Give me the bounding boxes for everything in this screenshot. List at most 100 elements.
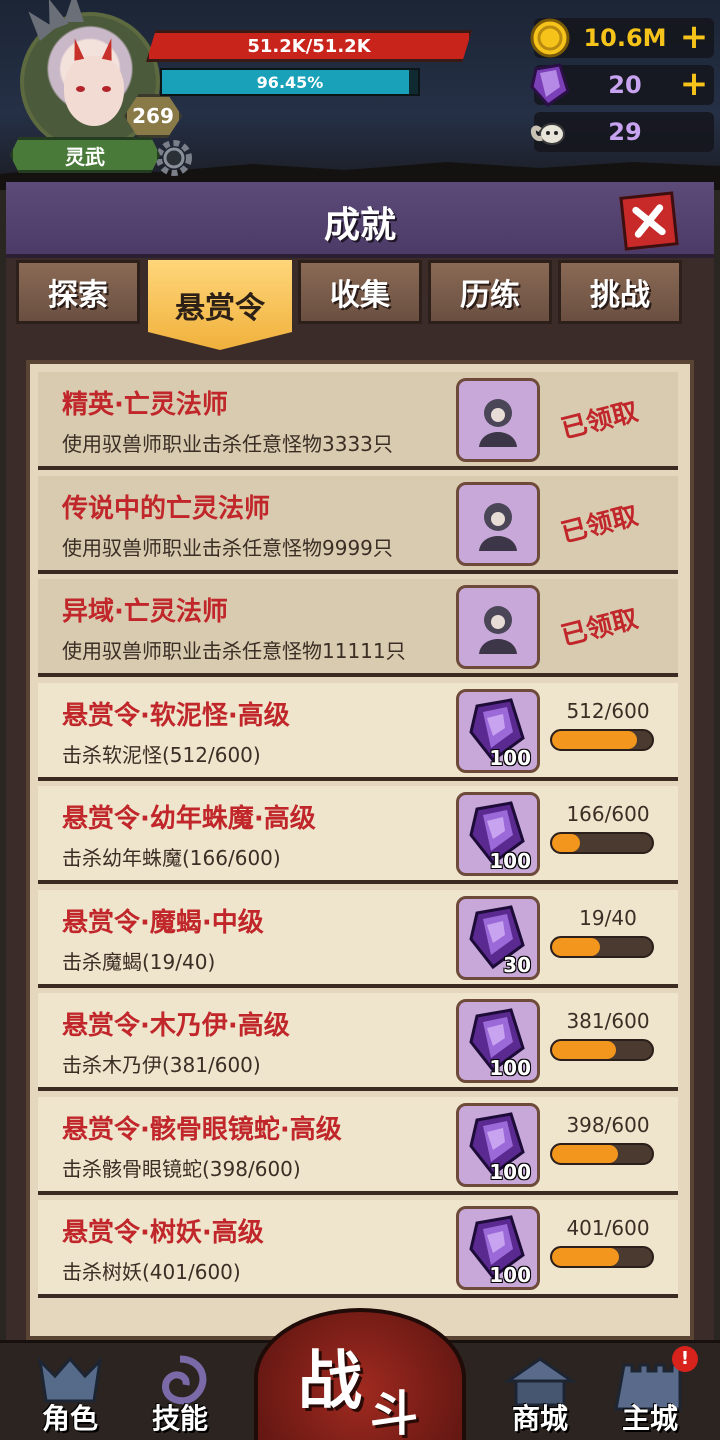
gold-add-button[interactable]: + [678, 20, 710, 56]
achievement-title: 悬赏令·魔蝎·中级 [62, 907, 264, 938]
reward-gem[interactable]: 30 [456, 895, 540, 980]
progress-bar [550, 935, 654, 958]
achievement-desc: 使用驭兽师职业击杀任意怪物3333只 [62, 432, 393, 456]
nav-skill[interactable]: 技能 [130, 1351, 230, 1440]
player-name: 灵武 [10, 137, 160, 173]
achievement-title: 悬赏令·软泥怪·高级 [62, 700, 290, 731]
reward-gem[interactable]: 100 [456, 688, 540, 773]
portrait-icon [479, 606, 517, 654]
nav-role-label: 角色 [41, 1402, 98, 1435]
skull-value: 29 [608, 118, 642, 146]
reward-count: 100 [489, 849, 531, 873]
achievement-row[interactable]: 悬赏令·幼年蛛魔·高级击杀幼年蛛魔(166/600) 100 166/600 [38, 786, 678, 884]
progress-fill [552, 1248, 619, 1266]
portrait-icon [479, 399, 517, 447]
reward-portrait[interactable] [456, 585, 540, 669]
nav-role[interactable]: 角色 [20, 1351, 120, 1440]
gold-counter: 10.6M + [530, 18, 714, 58]
achievement-row[interactable]: 悬赏令·软泥怪·高级击杀软泥怪(512/600) 100 512/600 [38, 682, 678, 781]
achievement-row[interactable]: 悬赏令·骸骨眼镜蛇·高级击杀骸骨眼镜蛇(398/600) 100 398/600 [38, 1096, 678, 1195]
tab-bar: 探索 悬赏令 收集 历练 挑战 [6, 260, 714, 350]
achievement-title: 悬赏令·骸骨眼镜蛇·高级 [62, 1114, 342, 1145]
page-title: 成就 [323, 205, 396, 246]
achievement-list[interactable]: 精英·亡灵法师 使用驭兽师职业击杀任意怪物3333只 已领取 传说中的亡灵法师 使用驭兽… [26, 360, 694, 1340]
reward-count: 100 [489, 1263, 531, 1287]
achievement-desc: 使用驭兽师职业击杀任意怪物9999只 [62, 535, 393, 560]
gem-value: 20 [608, 71, 642, 99]
achievement-title: 传说中的亡灵法师 [62, 493, 271, 524]
achievement-desc: 击杀魔蝎(19/40) [62, 949, 216, 974]
reward-gem[interactable]: 100 [456, 1206, 540, 1290]
avatar-face [64, 56, 124, 126]
achievement-row[interactable]: 悬赏令·树妖·高级击杀树妖(401/600) 100 401/600 [38, 1200, 678, 1298]
achievement-row[interactable]: 传说中的亡灵法师使用驭兽师职业击杀任意怪物9999只 已领取 [38, 475, 678, 574]
progress-text: 398/600 [566, 1112, 650, 1137]
achievement-title: 悬赏令·木乃伊·高级 [62, 1011, 290, 1041]
achievement-desc: 击杀树妖(401/600) [62, 1260, 241, 1284]
reward-count: 100 [489, 1056, 531, 1080]
claimed-stamp: 已领取 [558, 500, 642, 549]
gem-counter: 20 + [530, 63, 714, 107]
claimed-stamp: 已领取 [558, 396, 642, 445]
nav-skill-label: 技能 [151, 1402, 208, 1435]
close-icon [632, 204, 666, 238]
progress-bar [550, 832, 654, 854]
gold-coin-icon [530, 18, 570, 58]
achievement-desc: 击杀骸骨眼镜蛇(398/600) [62, 1156, 301, 1181]
battle-label-1: 战 [298, 1345, 362, 1419]
tab-explore[interactable]: 探索 [16, 260, 140, 324]
progress-text: 401/600 [566, 1216, 650, 1240]
gold-value: 10.6M [583, 24, 667, 52]
progress-bar [550, 1142, 654, 1165]
nav-shop[interactable]: 商城 [490, 1351, 590, 1440]
nav-shop-label: 商城 [511, 1402, 568, 1435]
achievement-row[interactable]: 精英·亡灵法师使用驭兽师职业击杀任意怪物3333只 已领取 [38, 372, 678, 470]
achievement-desc: 击杀木乃伊(381/600) [62, 1053, 261, 1077]
tab-collect[interactable]: 收集 [298, 260, 422, 324]
achievement-title: 悬赏令·树妖·高级 [62, 1218, 264, 1248]
progress-fill [552, 937, 600, 956]
gem-add-button[interactable]: + [678, 67, 710, 103]
tab-training[interactable]: 历练 [428, 260, 552, 324]
progress-bar [550, 1039, 654, 1061]
ram-skull-icon [531, 123, 565, 145]
title-bar: 成就 [6, 182, 714, 258]
reward-gem[interactable]: 100 [456, 1102, 540, 1187]
progress-fill [552, 1041, 616, 1059]
battle-button[interactable]: 战 斗 [254, 1308, 466, 1440]
progress-bar [550, 1246, 654, 1268]
achievement-desc: 击杀幼年蛛魔(166/600) [62, 846, 281, 870]
achievement-row[interactable]: 悬赏令·魔蝎·中级击杀魔蝎(19/40) 30 19/40 [38, 889, 678, 988]
nav-city-label: 主城 [621, 1402, 678, 1435]
reward-gem[interactable]: 100 [456, 999, 540, 1083]
close-button[interactable] [619, 191, 679, 251]
reward-count: 30 [503, 952, 531, 977]
skull-counter: 29 [531, 112, 714, 152]
reward-count: 100 [489, 1159, 531, 1184]
hp-bar: 51.2K/51.2K [146, 30, 472, 62]
progress-fill [552, 1144, 619, 1163]
achievement-title: 精英·亡灵法师 [62, 390, 228, 420]
reward-portrait[interactable] [456, 481, 540, 566]
gem-icon [530, 63, 570, 107]
progress-fill [552, 730, 638, 749]
reward-gem[interactable]: 100 [456, 792, 540, 876]
exp-text: 96.45% [256, 72, 324, 92]
achievement-title: 悬赏令·幼年蛛魔·高级 [62, 804, 316, 834]
progress-fill [552, 834, 580, 852]
achievement-panel: 成就 探索 悬赏令 收集 历练 挑战 精英·亡灵法师使用驭兽师职业击杀任意怪物3… [6, 182, 714, 1340]
exp-bar: 96.45% [160, 68, 420, 96]
progress-text: 19/40 [579, 905, 637, 930]
achievement-row[interactable]: 异域·亡灵法师 使用驭兽师职业击杀任意怪物11111只 已领取 [38, 579, 678, 677]
progress-text: 166/600 [566, 802, 650, 826]
progress-text: 512/600 [566, 698, 650, 723]
achievement-title: 异域·亡灵法师 [62, 597, 228, 627]
claimed-stamp: 已领取 [558, 603, 642, 652]
reward-portrait[interactable] [456, 378, 540, 462]
achievement-desc: 击杀软泥怪(512/600) [62, 742, 261, 767]
achievement-row[interactable]: 悬赏令·木乃伊·高级击杀木乃伊(381/600) 100 381/600 [38, 993, 678, 1091]
tab-challenge[interactable]: 挑战 [558, 260, 682, 324]
tab-bounty[interactable]: 悬赏令 [148, 260, 292, 350]
reward-count: 100 [489, 745, 531, 770]
progress-text: 381/600 [566, 1009, 650, 1033]
